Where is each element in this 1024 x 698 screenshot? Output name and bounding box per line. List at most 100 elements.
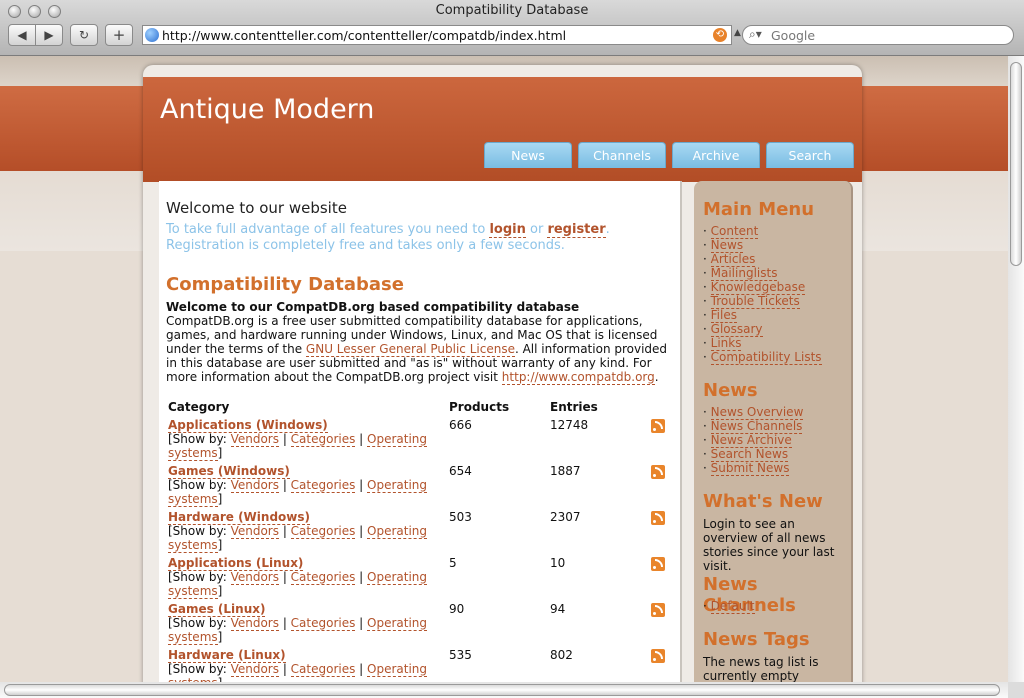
sidebar-link[interactable]: Submit News	[710, 461, 790, 476]
show-by-os-link[interactable]: Operating	[367, 616, 428, 631]
tab-search[interactable]: Search	[766, 142, 854, 168]
show-by-label: [Show by:	[168, 616, 231, 630]
register-link[interactable]: register	[547, 222, 606, 238]
vertical-scroll-thumb[interactable]	[1010, 62, 1022, 266]
sidebar-item[interactable]: · News	[703, 238, 848, 253]
show-by-vendors-link[interactable]: Vendors	[230, 432, 279, 447]
show-by-os-link-cont[interactable]: systems	[168, 584, 218, 599]
compatdb-link[interactable]: http://www.compatdb.org	[501, 370, 655, 385]
chevron-up-icon[interactable]: ▲	[734, 28, 741, 38]
sidebar-item[interactable]: · Files	[703, 308, 848, 323]
sidebar-item[interactable]: · Knowledgebase	[703, 280, 848, 295]
rss-feed-icon[interactable]	[651, 603, 665, 617]
show-by-os-link-cont[interactable]: systems	[168, 446, 218, 461]
show-by-vendors-link[interactable]: Vendors	[230, 662, 279, 677]
show-by-categories-link[interactable]: Categories	[290, 616, 356, 631]
sidebar-link[interactable]: Files	[710, 308, 737, 323]
show-by-categories-link[interactable]: Categories	[290, 524, 356, 539]
category-link[interactable]: Hardware (Windows)	[168, 510, 310, 525]
sidebar-item[interactable]: · Default	[703, 599, 848, 614]
table-row: Games (Linux) [Show by: Vendors | Categor…	[168, 602, 668, 648]
rss-feed-icon[interactable]: ⟲	[713, 28, 727, 42]
sidebar-link[interactable]: Search News	[710, 447, 789, 462]
show-by-os-link[interactable]: Operating	[367, 478, 428, 493]
show-by-vendors-link[interactable]: Vendors	[230, 478, 279, 493]
sidebar-item[interactable]: · Search News	[703, 447, 848, 462]
rss-feed-icon[interactable]	[651, 419, 665, 433]
tab-news[interactable]: News	[484, 142, 572, 168]
sidebar-item[interactable]: · Glossary	[703, 322, 848, 337]
category-link[interactable]: Hardware (Linux)	[168, 648, 286, 663]
license-link[interactable]: GNU Lesser General Public License	[305, 342, 515, 357]
sidebar-link[interactable]: Content	[710, 224, 759, 239]
show-by-label: [Show by:	[168, 432, 231, 446]
sidebar-link[interactable]: Glossary	[710, 322, 763, 337]
show-by-os-link-cont[interactable]: systems	[168, 492, 218, 507]
horizontal-scrollbar[interactable]	[0, 682, 1008, 698]
category-link[interactable]: Applications (Windows)	[168, 418, 328, 433]
sidebar-link[interactable]: News Archive	[710, 433, 792, 448]
show-by-vendors-link[interactable]: Vendors	[230, 570, 279, 585]
compat-db-intro-title: Welcome to our CompatDB.org based compat…	[166, 300, 580, 314]
sidebar-link[interactable]: News Overview	[710, 405, 804, 420]
sidebar-link[interactable]: Compatibility Lists	[710, 350, 822, 365]
sidebar-link[interactable]: News Channels	[710, 419, 803, 434]
sidebar-item[interactable]: · Content	[703, 224, 848, 239]
sidebar-link[interactable]: Trouble Tickets	[710, 294, 800, 309]
sidebar-link[interactable]: Default	[710, 599, 755, 614]
show-by-categories-link[interactable]: Categories	[290, 570, 356, 585]
table-row: Applications (Windows) [Show by: Vendors …	[168, 418, 668, 464]
sidebar-item[interactable]: · Submit News	[703, 461, 848, 476]
sidebar-item[interactable]: · Trouble Tickets	[703, 294, 848, 309]
show-by-os-link-cont[interactable]: systems	[168, 538, 218, 553]
show-by-vendors-link[interactable]: Vendors	[230, 524, 279, 539]
sidebar-item[interactable]: · Mailinglists	[703, 266, 848, 281]
show-by-os-link[interactable]: Operating	[367, 432, 428, 447]
rss-feed-icon[interactable]	[651, 649, 665, 663]
site-title[interactable]: Antique Modern	[160, 94, 374, 125]
welcome-text-or: or	[525, 222, 548, 237]
category-link[interactable]: Games (Linux)	[168, 602, 266, 617]
tab-channels[interactable]: Channels	[578, 142, 666, 168]
category-link[interactable]: Applications (Linux)	[168, 556, 304, 571]
rss-feed-icon[interactable]	[651, 465, 665, 479]
address-bar[interactable]: http://www.contentteller.com/contenttell…	[142, 25, 732, 45]
show-by-os-link-cont[interactable]: systems	[168, 630, 218, 645]
show-by-label: [Show by:	[168, 570, 231, 584]
rss-feed-icon[interactable]	[651, 511, 665, 525]
vertical-scrollbar[interactable]	[1008, 56, 1024, 682]
sidebar-item[interactable]: · News Channels	[703, 419, 848, 434]
tab-archive[interactable]: Archive	[672, 142, 760, 168]
reload-button[interactable]: ↻	[70, 24, 98, 46]
site-header: Antique Modern News Channels Archive Sea…	[143, 77, 862, 182]
show-by-vendors-link[interactable]: Vendors	[230, 616, 279, 631]
show-by-categories-link[interactable]: Categories	[290, 478, 356, 493]
category-link[interactable]: Games (Windows)	[168, 464, 290, 479]
sidebar-link[interactable]: Links	[710, 336, 742, 351]
sidebar-item[interactable]: · News Archive	[703, 433, 848, 448]
sidebar-item[interactable]: · Links	[703, 336, 848, 351]
window-resize-handle[interactable]	[1008, 682, 1024, 698]
sidebar-link[interactable]: Mailinglists	[710, 266, 778, 281]
main-content: Welcome to our website To take full adva…	[159, 181, 682, 682]
login-link[interactable]: login	[489, 222, 526, 238]
search-input[interactable]: ⌕▾ Google	[742, 25, 1014, 45]
sidebar-link[interactable]: Articles	[710, 252, 756, 267]
sidebar-item[interactable]: · Compatibility Lists	[703, 350, 848, 365]
sidebar-link[interactable]: Knowledgebase	[710, 280, 806, 295]
show-by-categories-link[interactable]: Categories	[290, 432, 356, 447]
search-icon[interactable]: ⌕▾	[749, 27, 762, 42]
add-bookmark-button[interactable]: +	[105, 24, 133, 46]
horizontal-scroll-thumb[interactable]	[4, 684, 1000, 696]
sidebar-item[interactable]: · Articles	[703, 252, 848, 267]
sidebar-item[interactable]: · News Overview	[703, 405, 848, 420]
show-by-os-link[interactable]: Operating	[367, 662, 428, 677]
rss-feed-icon[interactable]	[651, 557, 665, 571]
forward-button[interactable]: ▶	[35, 24, 63, 46]
back-button[interactable]: ◀	[8, 24, 36, 46]
show-by-os-link[interactable]: Operating	[367, 524, 428, 539]
products-count: 503	[449, 510, 472, 524]
sidebar-link[interactable]: News	[710, 238, 744, 253]
show-by-categories-link[interactable]: Categories	[290, 662, 356, 677]
show-by-os-link[interactable]: Operating	[367, 570, 428, 585]
